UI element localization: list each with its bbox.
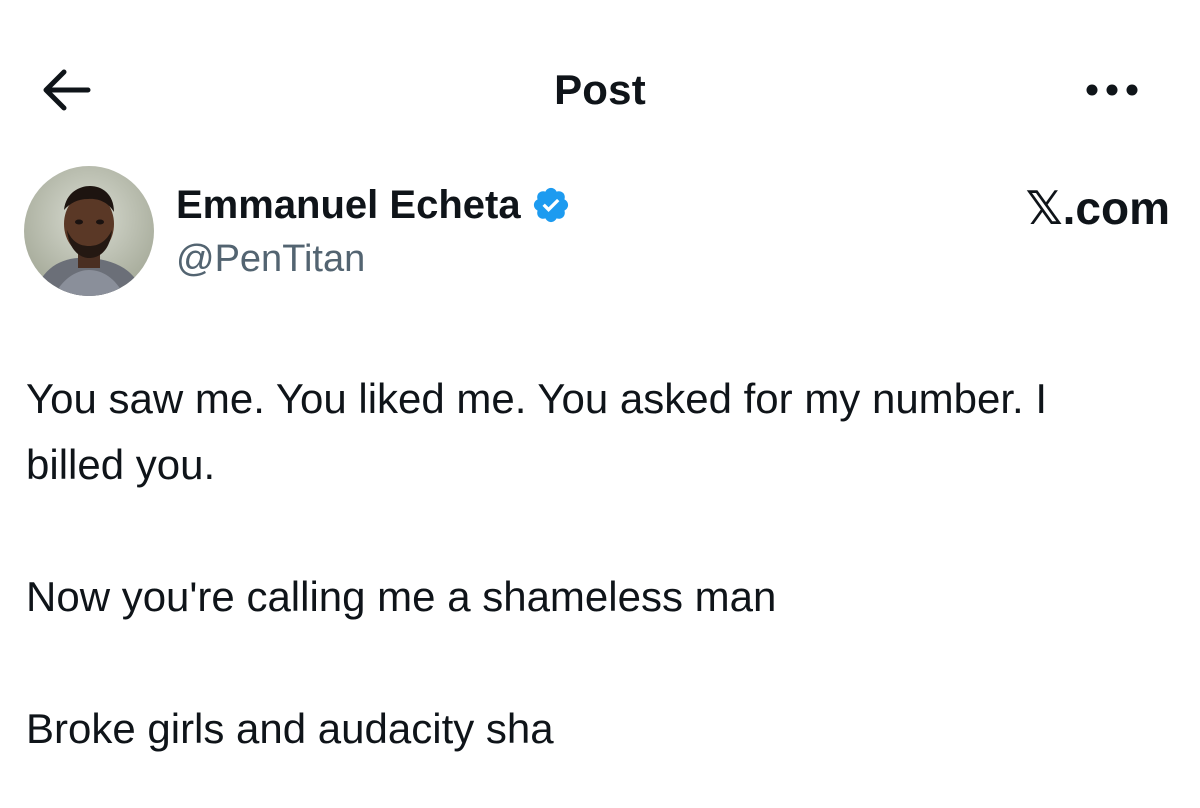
author-name[interactable]: Emmanuel Echeta bbox=[176, 180, 521, 230]
site-watermark: 𝕏.com bbox=[1025, 182, 1170, 234]
post-author: Emmanuel Echeta @PenTitan bbox=[24, 166, 1176, 296]
verified-badge-icon[interactable] bbox=[531, 185, 571, 225]
avatar[interactable] bbox=[24, 166, 154, 296]
author-handle[interactable]: @PenTitan bbox=[176, 236, 365, 282]
more-options-button[interactable] bbox=[1080, 66, 1144, 114]
ellipsis-horizontal-icon bbox=[1086, 84, 1138, 96]
avatar-photo bbox=[24, 166, 154, 296]
post-paragraph: Broke girls and audacity sha bbox=[26, 705, 554, 752]
post-text: You saw me. You liked me. You asked for … bbox=[26, 366, 1146, 762]
page-title: Post bbox=[554, 66, 646, 113]
post-paragraph: Now you're calling me a shameless man bbox=[26, 573, 777, 620]
post-paragraph: You saw me. You liked me. You asked for … bbox=[26, 375, 1048, 488]
post-header: Post bbox=[0, 0, 1200, 170]
